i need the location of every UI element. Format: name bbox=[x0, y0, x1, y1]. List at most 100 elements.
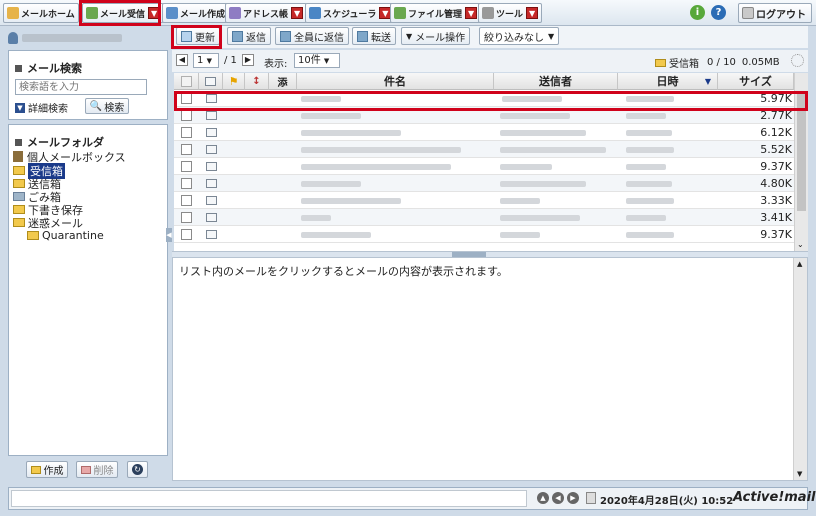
table-row[interactable]: 9.37K bbox=[174, 158, 794, 175]
row-sender-redacted bbox=[500, 181, 586, 187]
row-subject-redacted bbox=[301, 147, 461, 153]
preview-scrollbar[interactable]: ▲ ▼ bbox=[793, 258, 807, 480]
calendar-icon bbox=[309, 7, 321, 19]
file-manager-button[interactable]: ファイル管理 ▼ bbox=[390, 3, 482, 23]
prev-page-icon[interactable]: ◀ bbox=[176, 54, 188, 66]
scroll-down-icon[interactable]: ▼ bbox=[797, 470, 802, 478]
forward-button[interactable]: 転送 bbox=[352, 27, 396, 45]
row-date-redacted bbox=[626, 113, 666, 119]
status-bar: ▲ ◀ ▶ 2020年4月28日(火) 10:52 Active!mail bbox=[8, 487, 816, 510]
row-date-redacted bbox=[626, 232, 674, 238]
filter-select[interactable]: 絞り込みなし ▼ bbox=[479, 27, 560, 45]
nav-up-icon[interactable]: ▲ bbox=[537, 492, 549, 504]
search-input[interactable] bbox=[15, 79, 147, 95]
header-attachment[interactable]: 添 bbox=[269, 73, 297, 90]
table-row[interactable]: 3.33K bbox=[174, 192, 794, 209]
row-checkbox[interactable] bbox=[181, 127, 192, 138]
dropdown-arrow-icon[interactable]: ▼ bbox=[291, 7, 304, 19]
folder-icon bbox=[655, 58, 666, 67]
table-row[interactable]: 3.41K bbox=[174, 209, 794, 226]
logout-button[interactable]: ログアウト bbox=[738, 3, 812, 23]
table-row[interactable]: 5.52K bbox=[174, 141, 794, 158]
row-sender-redacted bbox=[500, 113, 570, 119]
trash-icon bbox=[13, 192, 25, 201]
personal-mailbox[interactable]: 個人メールボックス bbox=[13, 150, 126, 164]
user-icon bbox=[8, 32, 18, 44]
envelope-icon bbox=[205, 76, 216, 86]
table-row[interactable]: 4.80K bbox=[174, 175, 794, 192]
next-page-icon[interactable]: ▶ bbox=[242, 54, 254, 66]
help-icon[interactable]: ? bbox=[711, 5, 726, 20]
row-date-redacted bbox=[626, 147, 674, 153]
row-size: 9.37K bbox=[760, 228, 792, 241]
mail-home-button[interactable]: メールホーム bbox=[3, 3, 79, 23]
row-checkbox[interactable] bbox=[181, 144, 192, 155]
row-checkbox[interactable] bbox=[181, 195, 192, 206]
row-subject-redacted bbox=[301, 198, 401, 204]
reply-all-button[interactable]: 全員に返信 bbox=[275, 27, 349, 45]
mail-compose-button[interactable]: メール作成 bbox=[162, 3, 230, 23]
header-flag[interactable]: ⚑ bbox=[223, 73, 245, 90]
row-sender-redacted bbox=[500, 164, 552, 170]
row-sender-redacted bbox=[500, 147, 606, 153]
usage-indicator-icon bbox=[791, 54, 804, 67]
row-size: 6.12K bbox=[760, 126, 792, 139]
folder-spam[interactable]: 迷惑メール bbox=[13, 216, 83, 230]
header-size[interactable]: サイズ bbox=[718, 73, 794, 90]
collapse-pane-handle[interactable]: ◀ bbox=[166, 228, 172, 242]
row-checkbox[interactable] bbox=[181, 161, 192, 172]
row-date-redacted bbox=[626, 130, 672, 136]
folder-quarantine[interactable]: Quarantine bbox=[27, 229, 104, 242]
header-subject[interactable]: 件名 bbox=[297, 73, 494, 90]
dropdown-arrow-icon[interactable]: ▼ bbox=[465, 7, 478, 19]
row-date-redacted bbox=[626, 181, 672, 187]
page-select[interactable]: 1 ▼ bbox=[193, 53, 219, 68]
reply-button[interactable]: 返信 bbox=[227, 27, 271, 45]
info-icon[interactable]: i bbox=[690, 5, 705, 20]
header-select[interactable] bbox=[174, 73, 199, 90]
per-page-select[interactable]: 10件 ▼ bbox=[294, 53, 340, 68]
row-checkbox[interactable] bbox=[181, 110, 192, 121]
row-size: 4.80K bbox=[760, 177, 792, 190]
file-icon bbox=[394, 7, 406, 19]
header-sender[interactable]: 送信者 bbox=[494, 73, 618, 90]
row-checkbox[interactable] bbox=[181, 212, 192, 223]
row-subject-redacted bbox=[301, 232, 371, 238]
detail-search-toggle[interactable]: ▼ 詳細検索 bbox=[15, 100, 68, 115]
row-sender-redacted bbox=[500, 232, 540, 238]
dropdown-arrow-icon[interactable]: ▼ bbox=[526, 7, 539, 19]
nav-left-icon[interactable]: ◀ bbox=[552, 492, 564, 504]
scroll-down-icon[interactable]: ⌄ bbox=[797, 240, 804, 249]
table-row[interactable]: 9.37K bbox=[174, 226, 794, 243]
refresh-folders-button[interactable]: ↻ bbox=[127, 461, 148, 478]
row-subject-redacted bbox=[301, 215, 331, 221]
row-subject-redacted bbox=[301, 130, 401, 136]
scheduler-button[interactable]: スケジューラ ▼ bbox=[305, 3, 396, 23]
tools-button[interactable]: ツール ▼ bbox=[478, 3, 543, 23]
row-sender-redacted bbox=[500, 198, 540, 204]
header-read-status[interactable] bbox=[199, 73, 223, 90]
row-checkbox[interactable] bbox=[181, 178, 192, 189]
envelope-icon bbox=[206, 196, 217, 205]
highlight-mail-receive bbox=[79, 0, 161, 26]
header-date[interactable]: 日時 ▼ bbox=[618, 73, 718, 90]
select-all-checkbox[interactable] bbox=[180, 75, 192, 87]
mail-operations-dropdown[interactable]: ▼ メール操作 bbox=[401, 27, 471, 45]
address-book-button[interactable]: アドレス帳 ▼ bbox=[225, 3, 308, 23]
delete-folder-button[interactable]: 削除 bbox=[76, 461, 118, 478]
nav-right-icon[interactable]: ▶ bbox=[567, 492, 579, 504]
search-button[interactable]: 🔍 検索 bbox=[85, 98, 129, 114]
chevron-down-icon: ▼ bbox=[406, 31, 413, 41]
spam-folder-icon bbox=[13, 218, 25, 227]
row-size: 3.41K bbox=[760, 211, 792, 224]
table-row[interactable]: 6.12K bbox=[174, 124, 794, 141]
preview-message: リスト内のメールをクリックするとメールの内容が表示されます。 bbox=[179, 265, 508, 278]
create-folder-button[interactable]: 作成 bbox=[26, 461, 68, 478]
row-sender-redacted bbox=[500, 215, 580, 221]
scroll-up-icon[interactable]: ▲ bbox=[797, 260, 802, 268]
row-size: 3.33K bbox=[760, 194, 792, 207]
flag-icon: ⚑ bbox=[228, 74, 239, 88]
row-checkbox[interactable] bbox=[181, 229, 192, 240]
pager-row: ◀ 1 ▼ / 1 ▶ 表示: 10件 ▼ 受信箱 0 / 10 0.05MB bbox=[172, 50, 808, 72]
header-priority[interactable]: ↕ bbox=[245, 73, 269, 90]
